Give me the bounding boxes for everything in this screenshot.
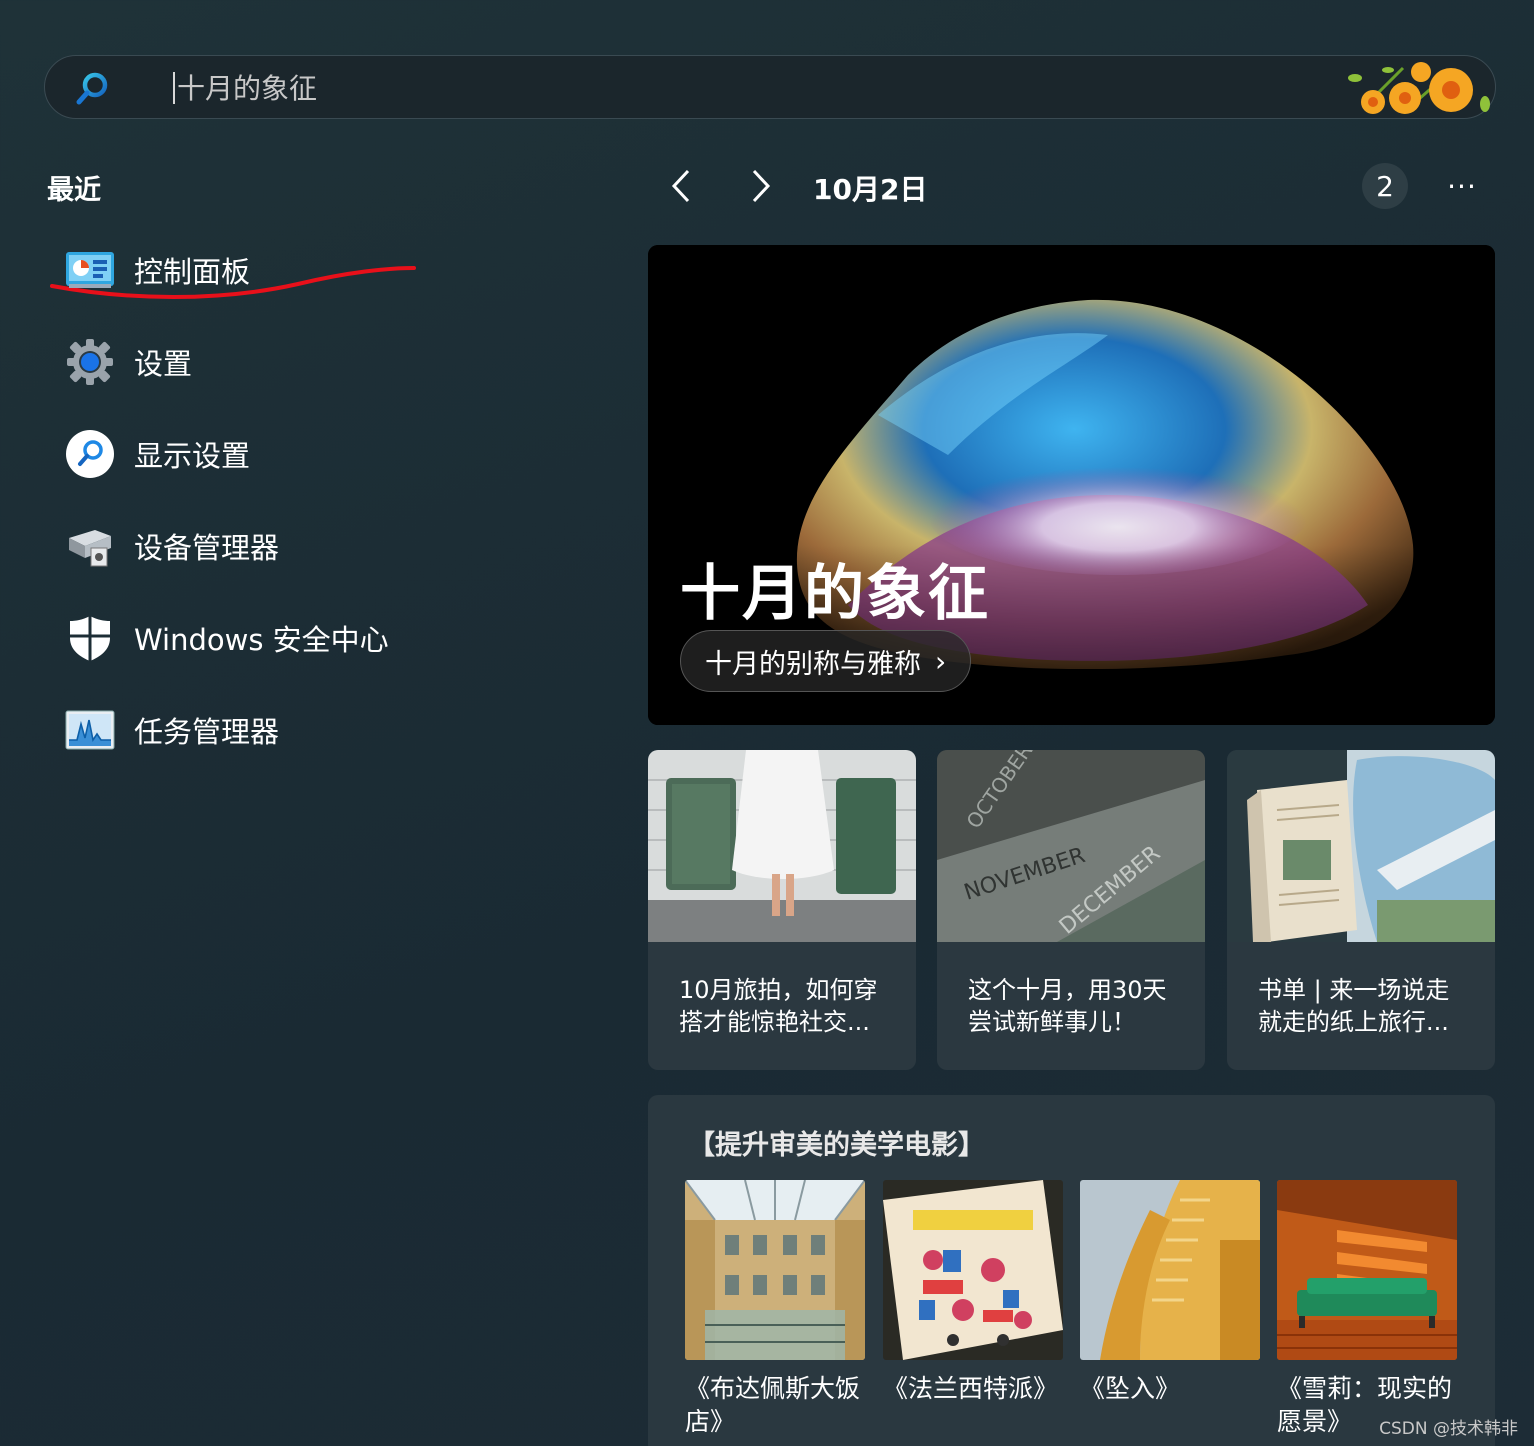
news-card-caption: 10月旅拍，如何穿搭才能惊艳社交...	[679, 976, 878, 1036]
movie-poster-budapest	[685, 1180, 865, 1360]
text-cursor	[173, 72, 175, 104]
movie-item[interactable]: 《坠入》	[1080, 1180, 1260, 1405]
recent-item-settings[interactable]: 设置	[64, 332, 484, 392]
recent-item-label: Windows 安全中心	[134, 623, 389, 657]
recent-item-device-manager[interactable]: 设备管理器	[64, 516, 484, 576]
hero-link-button[interactable]: 十月的别称与雅称 ›	[680, 630, 972, 692]
chevron-left-icon	[671, 169, 690, 203]
control-panel-icon	[64, 244, 116, 296]
chevron-right-icon: ›	[935, 644, 947, 678]
more-options-button[interactable]: ···	[1440, 168, 1484, 204]
search-bar[interactable]	[44, 55, 1496, 119]
chevron-right-icon	[752, 169, 771, 203]
hero-card[interactable]: 十月的象征 十月的别称与雅称 ›	[648, 245, 1495, 725]
watermark: CSDN @技术韩非	[1379, 1419, 1518, 1439]
news-card-1[interactable]: 10月旅拍，如何穿搭才能惊艳社交...	[648, 750, 916, 1070]
movie-poster-shirley	[1277, 1180, 1457, 1360]
movie-poster-french-dispatch	[883, 1180, 1063, 1360]
movie-name: 《法兰西特派》	[883, 1374, 1059, 1403]
movie-item[interactable]: 《雪莉：现实的愿景》	[1277, 1180, 1457, 1438]
travel-outfit-image	[648, 750, 916, 942]
airplane-reading-image	[1227, 750, 1495, 942]
news-card-2[interactable]: OCTOBER NOVEMBER DECEMBER 这个十月，用30天尝试新鲜事…	[937, 750, 1205, 1070]
movie-name: 《坠入》	[1080, 1374, 1181, 1403]
recent-item-label: 显示设置	[134, 439, 251, 473]
news-card-caption: 书单 | 来一场说走就走的纸上旅行...	[1258, 976, 1450, 1036]
movie-item[interactable]: 《布达佩斯大饭店》	[685, 1180, 865, 1438]
recent-item-display-settings[interactable]: 显示设置	[64, 424, 484, 484]
recent-item-task-manager[interactable]: 任务管理器	[64, 700, 484, 760]
recent-item-control-panel[interactable]: 控制面板	[64, 240, 484, 300]
calendar-image: OCTOBER NOVEMBER DECEMBER	[937, 750, 1205, 942]
display-search-icon	[64, 428, 116, 480]
search-input[interactable]	[177, 66, 1357, 110]
search-icon	[76, 72, 108, 105]
recent-item-label: 设置	[134, 347, 193, 381]
news-card-3[interactable]: 书单 | 来一场说走就走的纸上旅行...	[1227, 750, 1495, 1070]
device-manager-icon	[64, 520, 116, 572]
flowers-icon	[1348, 62, 1490, 115]
recent-item-windows-security[interactable]: Windows 安全中心	[64, 608, 484, 668]
movie-item[interactable]: 《法兰西特派》	[883, 1180, 1063, 1405]
recent-item-label: 控制面板	[134, 255, 251, 289]
task-manager-icon	[64, 704, 116, 756]
current-date: 10月2日	[813, 173, 928, 206]
hero-title: 十月的象征	[680, 559, 990, 629]
recent-title: 最近	[47, 175, 101, 206]
gear-icon	[64, 336, 116, 388]
movie-name: 《布达佩斯大饭店》	[685, 1374, 861, 1436]
recent-item-label: 任务管理器	[134, 715, 280, 749]
hero-link-label: 十月的别称与雅称	[705, 648, 921, 680]
movies-section: 【提升审美的美学电影】 《布达佩斯大饭店》 《法兰西特派》 《坠入》 《雪莉：现…	[648, 1095, 1495, 1446]
news-card-caption: 这个十月，用30天尝试新鲜事儿！	[968, 976, 1167, 1036]
movie-poster-the-fall	[1080, 1180, 1260, 1360]
next-button[interactable]	[740, 160, 780, 212]
recent-item-label: 设备管理器	[134, 531, 280, 565]
shield-icon	[64, 612, 116, 664]
previous-button[interactable]	[662, 160, 702, 212]
notification-badge[interactable]: 2	[1362, 163, 1408, 209]
movies-title: 【提升审美的美学电影】	[688, 1130, 985, 1161]
